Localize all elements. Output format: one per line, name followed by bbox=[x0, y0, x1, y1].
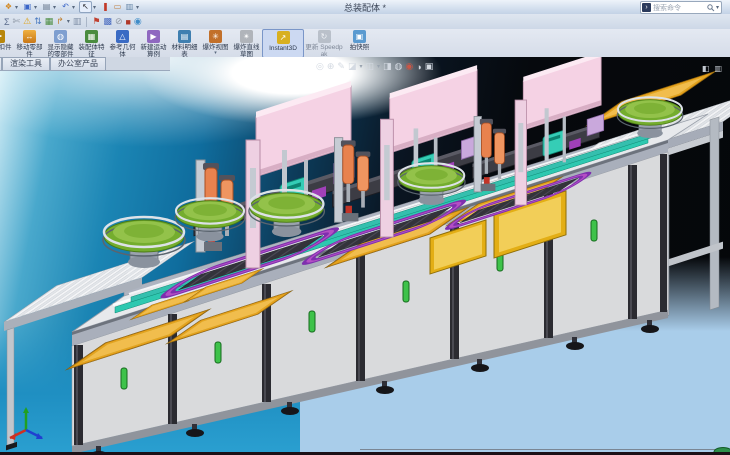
no-section-icon[interactable]: ⊘ bbox=[115, 16, 123, 27]
search-icon[interactable] bbox=[707, 4, 715, 12]
previous-view-icon[interactable]: ✎ bbox=[337, 61, 345, 72]
smart-fasteners-icon: ✚ bbox=[0, 30, 5, 43]
ribbon-button-new-motion-study[interactable]: ▶ 新建运动算例 bbox=[138, 29, 169, 58]
explode-line-icon: ✴ bbox=[240, 30, 253, 43]
title-bar: ❖▾ ▣▾ ▤▾ ↶▾ ↖▾ ❚ ▭ ▥▾ 总装配体 * › 搜索命令 ▾ bbox=[0, 0, 730, 15]
sw-command-icon: › bbox=[642, 3, 651, 12]
task-pane-icon-b[interactable]: ▥ bbox=[714, 64, 722, 73]
separator bbox=[86, 17, 87, 27]
reference-geometry-icon: △ bbox=[116, 30, 129, 43]
show-hidden-icon: ◍ bbox=[54, 30, 67, 43]
ribbon-button-reference-geometry[interactable]: △ 参考几何体▾ bbox=[107, 29, 138, 58]
tab-render-tools[interactable]: 渲染工具 bbox=[2, 57, 50, 70]
ribbon-button-take-snapshot[interactable]: ▣ 拍快照 bbox=[344, 29, 375, 58]
take-snapshot-icon: ▣ bbox=[353, 30, 366, 43]
move-component-icon: ↔ bbox=[23, 30, 36, 43]
command-manager-tabs: 评估 渲染工具 办公室产品 bbox=[0, 57, 170, 71]
caret-icon[interactable]: ▾ bbox=[67, 18, 70, 25]
motion-study-icon: ▶ bbox=[147, 30, 160, 43]
interference-warning-icon[interactable]: ⚠ bbox=[23, 16, 31, 27]
command-search[interactable]: › 搜索命令 ▾ bbox=[640, 1, 722, 14]
ribbon-button-exploded-view[interactable]: ✳ 爆炸视图▾ bbox=[200, 29, 231, 58]
pattern-icon[interactable]: ▦ bbox=[45, 16, 54, 27]
ribbon-button-show-hidden[interactable]: ◍ 显示隐藏的零部件 bbox=[45, 29, 76, 58]
equations-icon[interactable]: Σ bbox=[4, 17, 10, 27]
trim-icon[interactable]: ✄ bbox=[13, 16, 21, 27]
stop-icon[interactable]: ■ bbox=[125, 17, 130, 27]
caret-icon[interactable]: ▾ bbox=[377, 63, 380, 70]
reorder-icon[interactable]: ⇅ bbox=[34, 16, 42, 27]
exploded-view-icon: ✳ bbox=[209, 30, 222, 43]
update-speedpak-icon: ↻ bbox=[318, 30, 331, 43]
bom-icon: ▤ bbox=[178, 30, 191, 43]
search-input[interactable]: 搜索命令 bbox=[653, 3, 707, 13]
view-settings-icon[interactable]: ▣ bbox=[425, 61, 434, 72]
sheet-icon[interactable]: ▥ bbox=[73, 16, 82, 27]
ribbon-assembly-tab: ✚ 智能扣件▾ ↔ 移动零部件▾ ◍ 显示隐藏的零部件 ▦ 装配体特征▾ △ 参… bbox=[0, 29, 730, 58]
grid-icon[interactable]: ▩ bbox=[103, 16, 112, 27]
task-pane-icon-a[interactable]: ◧ bbox=[702, 64, 710, 73]
tab-office-products[interactable]: 办公室产品 bbox=[50, 57, 106, 70]
caret-icon[interactable]: ▾ bbox=[359, 63, 362, 70]
zoom-area-icon[interactable]: ⊕ bbox=[327, 61, 335, 72]
display-style-icon[interactable]: ◨ bbox=[383, 61, 392, 72]
ribbon-button-explode-line-sketch[interactable]: ✴ 爆炸直线草图 bbox=[231, 29, 262, 58]
ribbon-button-assembly-features[interactable]: ▦ 装配体特征▾ bbox=[76, 29, 107, 58]
flag-icon[interactable]: ⚑ bbox=[92, 16, 100, 27]
ribbon-button-bill-of-materials[interactable]: ▤ 材料明细表▾ bbox=[169, 29, 200, 58]
ribbon-button-smart-fasteners[interactable]: ✚ 智能扣件▾ bbox=[0, 29, 14, 58]
search-caret-icon[interactable]: ▾ bbox=[716, 4, 719, 11]
edit-appearance-icon[interactable]: ◉ bbox=[405, 61, 413, 72]
ribbon-button-update-speedpak[interactable]: ↻ 更新 Speedpak bbox=[304, 29, 344, 58]
ribbon-button-instant3d[interactable]: ↗ Instant3D bbox=[262, 29, 304, 58]
heads-up-view-toolbar: ◎ ⊕ ✎ ◪ ▾ ◫ ▾ ◨ ◍ ◉ ◑ ▣ bbox=[316, 61, 433, 72]
assembly-line-3d-model[interactable] bbox=[0, 57, 730, 452]
apply-scene-icon[interactable]: ◑ bbox=[416, 62, 421, 72]
hide-show-items-icon[interactable]: ◍ bbox=[395, 61, 403, 72]
graphics-viewport[interactable]: ◎ ⊕ ✎ ◪ ▾ ◫ ▾ ◨ ◍ ◉ ◑ ▣ ◧ ▥ bbox=[0, 57, 730, 452]
view-orientation-icon[interactable]: ◫ bbox=[365, 61, 374, 72]
assembly-toolbar: Σ ✄ ⚠ ⇅ ▦ ↱ ▾ ▥ ⚑ ▩ ⊘ ■ ◉ bbox=[0, 14, 730, 30]
section-view-icon[interactable]: ◪ bbox=[348, 61, 357, 72]
reference-triad bbox=[10, 407, 43, 440]
ribbon-button-move-component[interactable]: ↔ 移动零部件▾ bbox=[14, 29, 45, 58]
export-icon[interactable]: ↱ bbox=[56, 16, 64, 27]
task-pane-tabs: ◧ ▥ bbox=[702, 64, 722, 73]
assembly-features-icon: ▦ bbox=[85, 30, 98, 43]
instant3d-icon: ↗ bbox=[277, 31, 290, 44]
render-sphere-icon[interactable]: ◉ bbox=[134, 16, 142, 27]
window-title: 总装配体 * bbox=[0, 1, 730, 14]
zoom-fit-icon[interactable]: ◎ bbox=[316, 61, 324, 72]
